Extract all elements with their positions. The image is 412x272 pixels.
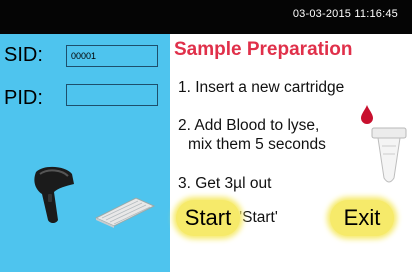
- sid-input[interactable]: [66, 45, 158, 67]
- barcode-scanner-icon: [34, 166, 74, 223]
- pid-label: PID:: [4, 87, 43, 109]
- keyboard-icon: [94, 197, 156, 228]
- datetime: 03-03-2015 11:16:45: [292, 8, 398, 20]
- exit-button[interactable]: Exit: [330, 200, 394, 236]
- patient-id-panel: SID: PID:: [0, 34, 170, 272]
- instructions-panel: Sample Preparation 1. Insert a new cartr…: [170, 34, 412, 272]
- status-bar: 03-03-2015 11:16:45: [0, 0, 412, 34]
- step-2-cont: mix them 5 seconds: [188, 136, 326, 153]
- start-button[interactable]: Start: [176, 200, 240, 236]
- test-tube-icon: [371, 127, 407, 183]
- blood-drop-icon: [361, 105, 373, 124]
- sid-label: SID:: [4, 44, 43, 66]
- page-title: Sample Preparation: [174, 39, 353, 60]
- step-3: 3. Get 3µl out: [178, 175, 272, 192]
- step-1: 1. Insert a new cartridge: [178, 79, 345, 96]
- step-2: 2. Add Blood to lyse,: [178, 117, 320, 134]
- pid-input[interactable]: [66, 84, 158, 106]
